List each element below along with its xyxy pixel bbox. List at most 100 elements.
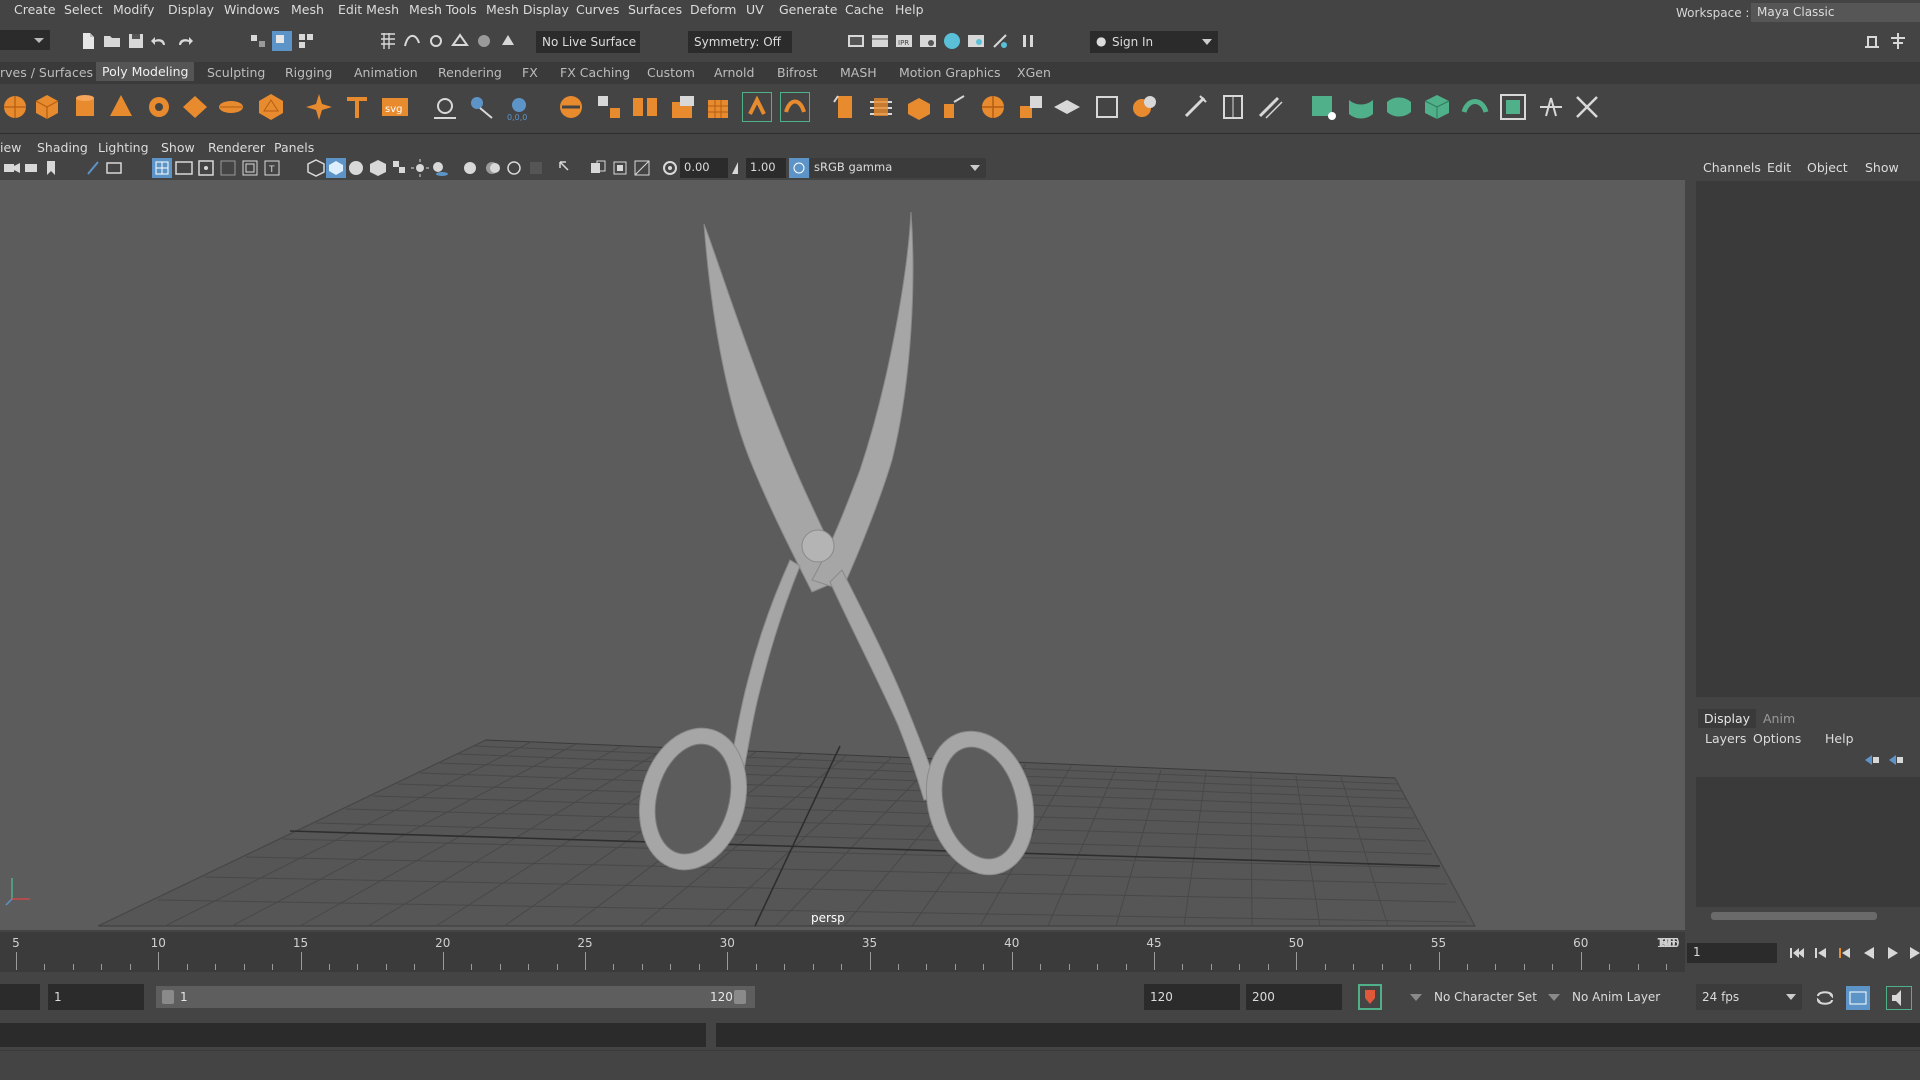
anim-layer-dropdown[interactable]: No Anim Layer [1566, 984, 1676, 1010]
shelf-tab-rigging[interactable]: Rigging [285, 65, 332, 80]
fill-hole-icon[interactable] [904, 92, 934, 122]
resolution-gate-icon[interactable] [174, 158, 194, 178]
symmetry-field[interactable]: Symmetry: Off [688, 31, 792, 53]
mel-input[interactable] [0, 1023, 706, 1047]
snap-curve-icon[interactable] [402, 31, 422, 51]
type-tool-icon[interactable] [342, 92, 372, 122]
step-forward-key-icon[interactable] [1909, 946, 1920, 960]
bookmark-icon[interactable] [42, 158, 62, 178]
perspective-viewport[interactable]: persp [0, 180, 1685, 930]
range-start-handle[interactable] [162, 990, 174, 1004]
menu-help[interactable]: Help [895, 2, 924, 17]
make-live-icon[interactable] [498, 31, 518, 51]
safe-action-icon[interactable] [240, 158, 260, 178]
connect-icon[interactable] [978, 92, 1008, 122]
xray-active-icon[interactable] [610, 158, 630, 178]
bevel-edges-icon[interactable] [866, 92, 896, 122]
range-end-handle[interactable] [734, 990, 746, 1004]
edge-loop-icon[interactable] [1180, 92, 1210, 122]
wireframe-icon[interactable] [306, 158, 326, 178]
smooth-shade-icon[interactable] [326, 158, 346, 178]
multi-cut-icon[interactable]: 0,0,0 [504, 92, 534, 122]
options-menu[interactable]: Options [1753, 731, 1801, 746]
automatic-uv-icon[interactable] [1422, 92, 1452, 122]
poly-cube-icon[interactable] [32, 92, 62, 122]
planar-uv-icon[interactable] [1308, 92, 1338, 122]
panel-menu-lighting[interactable]: Lighting [98, 140, 149, 155]
scene-start-field[interactable] [0, 984, 40, 1010]
poly-cone-icon[interactable] [106, 92, 136, 122]
gamma-icon[interactable] [728, 158, 748, 178]
channels-menu[interactable]: Channels [1703, 160, 1761, 175]
exposure-icon[interactable] [660, 158, 680, 178]
platonic-solid-icon[interactable] [256, 92, 286, 122]
svg-tool-icon[interactable]: svg [380, 92, 410, 122]
cut-uv-icon[interactable] [1536, 92, 1566, 122]
panel-menu-shading[interactable]: Shading [37, 140, 88, 155]
safe-title-icon[interactable]: T [262, 158, 282, 178]
shelf-tab-mash[interactable]: MASH [840, 65, 877, 80]
undo-icon[interactable] [150, 31, 170, 51]
sew-uv-icon[interactable] [1572, 92, 1602, 122]
film-gate-icon[interactable] [104, 158, 124, 178]
panel-menu-panels[interactable]: Panels [274, 140, 314, 155]
render-settings-icon[interactable] [918, 31, 938, 51]
select-component-icon[interactable] [296, 31, 316, 51]
grease-pencil-icon[interactable] [84, 158, 104, 178]
field-chart-icon[interactable] [218, 158, 238, 178]
menu-deform[interactable]: Deform [690, 2, 736, 17]
open-scene-icon[interactable] [102, 31, 122, 51]
color-space-dropdown[interactable]: sRGB gamma [810, 158, 986, 178]
menu-modify[interactable]: Modify [113, 2, 154, 17]
shelf-tab-animation[interactable]: Animation [354, 65, 418, 80]
tab-anim[interactable]: Anim [1763, 711, 1795, 726]
show-menu[interactable]: Show [1865, 160, 1899, 175]
auto-key-icon[interactable] [1358, 984, 1382, 1010]
shelf-tab-fx-caching[interactable]: FX Caching [560, 65, 630, 80]
move-layer-down-icon[interactable] [1887, 753, 1905, 767]
snap-surface-icon[interactable] [474, 31, 494, 51]
shelf-tab-poly-modeling[interactable]: Poly Modeling [96, 62, 195, 81]
shelf-tab-fx[interactable]: FX [522, 65, 538, 80]
cylindrical-uv-icon[interactable] [1346, 92, 1376, 122]
super-shape-icon[interactable] [304, 92, 334, 122]
merge-icon[interactable] [1016, 92, 1046, 122]
color-management-icon[interactable] [789, 158, 809, 178]
panel-menu-renderer[interactable]: Renderer [208, 140, 265, 155]
live-surface-field[interactable]: No Live Surface [536, 31, 640, 53]
subdiv-proxy-icon[interactable] [704, 92, 734, 122]
menu-mesh-display[interactable]: Mesh Display [486, 2, 569, 17]
isolate-select-icon[interactable] [556, 158, 576, 178]
light-editor-icon[interactable] [990, 31, 1010, 51]
unfold-uv-icon[interactable] [1460, 92, 1490, 122]
layers-menu[interactable]: Layers [1705, 731, 1746, 746]
render-frame-icon[interactable] [846, 31, 866, 51]
toggle-modeling-toolkit-icon[interactable] [1862, 31, 1882, 51]
poly-disc-icon[interactable] [216, 92, 246, 122]
create-polygon-icon[interactable] [430, 92, 460, 122]
help-menu[interactable]: Help [1825, 731, 1854, 746]
select-camera-icon[interactable] [2, 158, 22, 178]
menu-cache[interactable]: Cache [845, 2, 884, 17]
step-back-key-icon[interactable] [1837, 946, 1853, 960]
go-to-start-icon[interactable] [1789, 946, 1805, 960]
shadows-icon[interactable] [430, 158, 450, 178]
textured-icon[interactable] [368, 158, 388, 178]
panel-menu-show[interactable]: Show [161, 140, 195, 155]
spherical-uv-icon[interactable] [1384, 92, 1414, 122]
workspace-selector[interactable]: Maya Classic [1751, 3, 1920, 23]
play-backward-icon[interactable] [1861, 946, 1877, 960]
save-scene-icon[interactable] [126, 31, 146, 51]
fps-dropdown[interactable]: 24 fps [1696, 984, 1802, 1010]
shelf-tab-motion-graphics[interactable]: Motion Graphics [899, 65, 1001, 80]
render-view-icon[interactable] [966, 31, 986, 51]
sound-icon[interactable] [1886, 986, 1912, 1010]
move-layer-up-icon[interactable] [1863, 753, 1881, 767]
mirror-icon[interactable] [630, 92, 660, 122]
snap-view-icon[interactable] [450, 31, 470, 51]
checker-icon[interactable] [390, 158, 410, 178]
shelf-tab-sculpting[interactable]: Sculpting [207, 65, 265, 80]
layer-list[interactable] [1696, 777, 1920, 907]
playback-end-field[interactable]: 120 [1144, 984, 1240, 1010]
xray-icon[interactable] [588, 158, 608, 178]
